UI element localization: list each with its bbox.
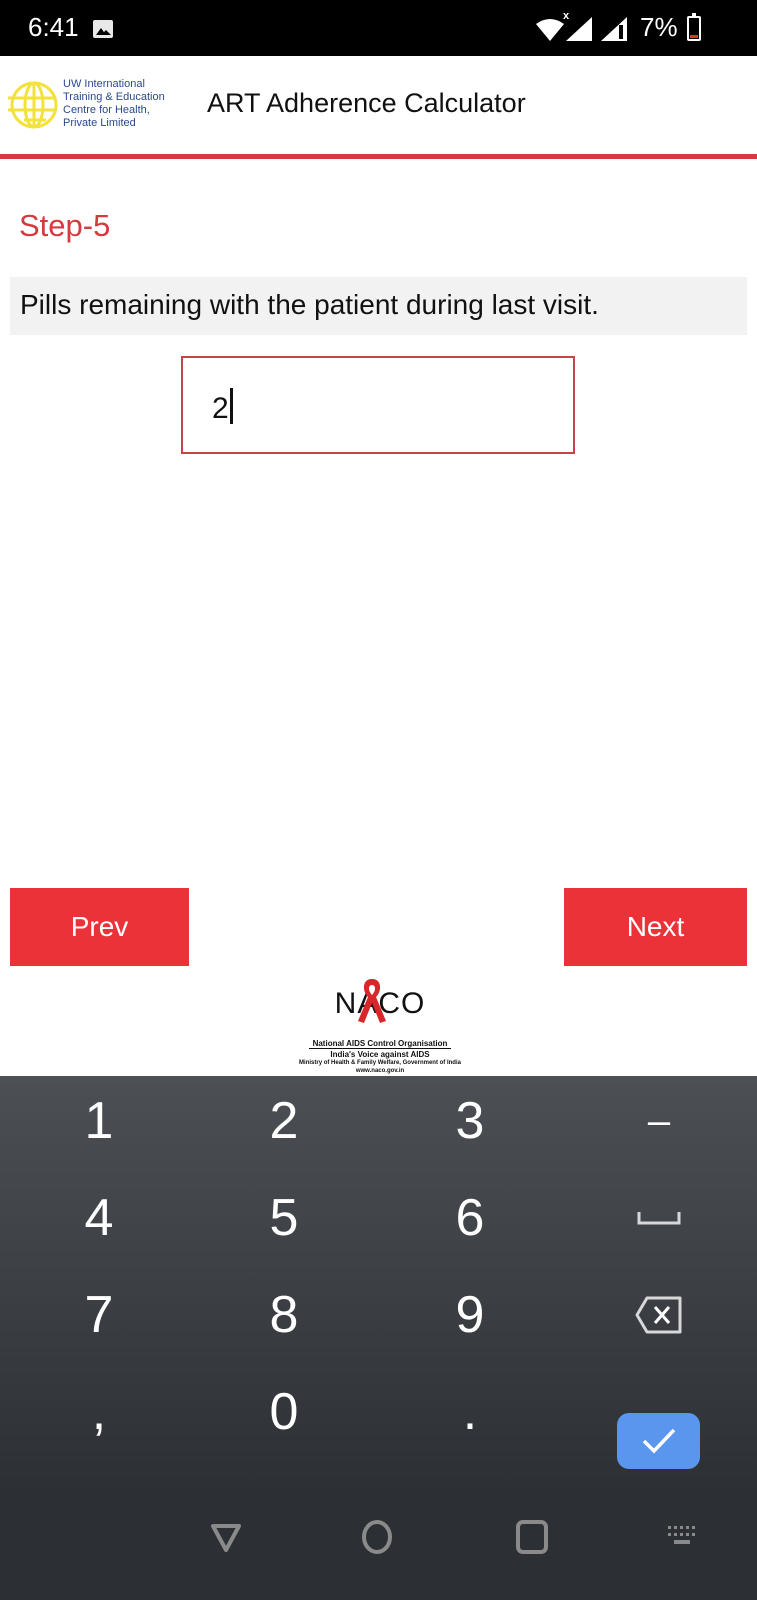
status-bar: 6:41 x 7%	[0, 0, 757, 56]
key-7[interactable]: 7	[19, 1270, 179, 1360]
org-name-line: UW International	[63, 78, 145, 90]
red-ribbon-icon	[358, 979, 386, 1023]
key-5[interactable]: 5	[204, 1173, 364, 1263]
recents-square-icon[interactable]	[515, 1519, 549, 1555]
status-time: 6:41	[28, 12, 79, 42]
naco-ministry: Ministry of Health & Family Welfare, Gov…	[299, 1060, 461, 1066]
key-period[interactable]: .	[390, 1367, 550, 1457]
prev-button[interactable]: Prev	[10, 888, 189, 966]
header-divider	[0, 154, 757, 159]
keyboard-icon[interactable]	[667, 1525, 699, 1549]
question-box: Pills remaining with the patient during …	[10, 277, 747, 335]
question-text: Pills remaining with the patient during …	[20, 289, 599, 320]
app-header: UW International Training & Education Ce…	[0, 56, 757, 154]
back-triangle-icon[interactable]	[209, 1520, 243, 1554]
check-icon	[642, 1428, 675, 1454]
input-value-text: 2	[212, 392, 229, 425]
key-3[interactable]: 3	[390, 1076, 550, 1166]
wifi-icon	[536, 19, 564, 41]
signal-icon	[601, 17, 627, 41]
naco-tagline: India's Voice against AIDS	[330, 1050, 430, 1059]
space-icon	[637, 1212, 681, 1225]
org-name-line: Centre for Health,	[63, 104, 150, 116]
key-dash[interactable]: –	[579, 1076, 739, 1166]
backspace-icon	[635, 1296, 682, 1334]
naco-website: www.naco.gov.in	[355, 1068, 405, 1074]
naco-org-name: National AIDS Control Organisation	[270, 1039, 490, 1049]
battery-low-icon	[687, 13, 701, 41]
key-4[interactable]: 4	[19, 1173, 179, 1263]
key-0[interactable]: 0	[204, 1367, 364, 1457]
input-value: 2	[212, 388, 233, 426]
gallery-notification-icon	[93, 20, 113, 38]
org-name: UW International Training & Education Ce…	[63, 78, 183, 130]
key-9[interactable]: 9	[390, 1270, 550, 1360]
key-comma[interactable]: ,	[19, 1367, 179, 1457]
step-title: Step-5	[19, 208, 111, 243]
text-caret	[229, 388, 233, 424]
battery-percent: 7%	[640, 12, 678, 42]
key-2[interactable]: 2	[204, 1076, 364, 1166]
naco-logo: NACO National AIDS Control Organisation …	[270, 975, 490, 1075]
enter-key[interactable]	[617, 1413, 700, 1469]
home-circle-icon[interactable]	[360, 1519, 394, 1555]
org-name-line: Private Limited	[63, 117, 136, 129]
app-title: ART Adherence Calculator	[207, 88, 526, 118]
key-8[interactable]: 8	[204, 1270, 364, 1360]
signal-icon	[566, 17, 592, 41]
key-backspace[interactable]	[579, 1270, 739, 1360]
naco-org-name-text: National AIDS Control Organisation	[308, 1039, 452, 1049]
system-nav-bar	[0, 1496, 757, 1600]
key-1[interactable]: 1	[19, 1076, 179, 1166]
key-6[interactable]: 6	[390, 1173, 550, 1263]
org-name-line: Training & Education	[63, 91, 165, 103]
pills-remaining-input[interactable]: 2	[181, 356, 575, 454]
key-space[interactable]	[579, 1173, 739, 1263]
next-button[interactable]: Next	[564, 888, 747, 966]
globe-logo-icon	[8, 81, 58, 129]
